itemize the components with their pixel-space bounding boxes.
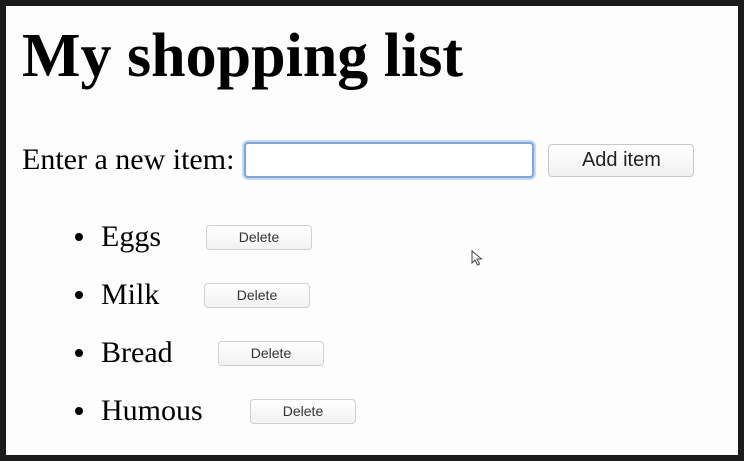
bullet-icon — [75, 349, 83, 357]
new-item-input[interactable] — [244, 142, 535, 178]
item-label: Humous — [101, 394, 203, 427]
delete-humous-button[interactable]: Delete — [250, 398, 356, 424]
item-label: Bread — [101, 336, 173, 369]
delete-eggs-button[interactable]: Delete — [206, 224, 312, 250]
browser-viewport: My shopping list Enter a new item: Add i… — [6, 6, 738, 455]
add-item-button[interactable]: Add item — [548, 143, 695, 177]
new-item-label: Enter a new item: — [22, 143, 235, 176]
bullet-icon — [75, 233, 83, 241]
bullet-icon — [75, 291, 83, 299]
delete-bread-button[interactable]: Delete — [218, 340, 324, 366]
page-title: My shopping list — [22, 22, 464, 90]
bullet-icon — [75, 407, 83, 415]
mouse-pointer-icon — [471, 250, 483, 266]
item-label: Eggs — [101, 220, 161, 253]
delete-milk-button[interactable]: Delete — [204, 282, 310, 308]
new-item-form: Enter a new item: Add item — [22, 138, 695, 182]
item-label: Milk — [101, 278, 160, 311]
